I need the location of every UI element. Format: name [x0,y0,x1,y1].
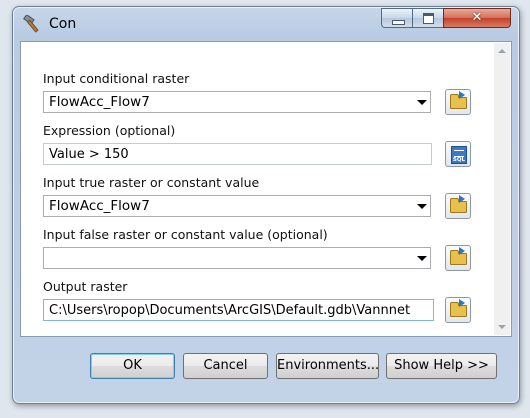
sql-query-builder-button[interactable]: SQL [445,141,471,167]
input-conditional-raster-dropdown[interactable]: FlowAcc_Flow7 [43,91,431,113]
chevron-down-icon [417,204,427,209]
arrow-icon [459,91,465,99]
maximize-icon [423,13,434,24]
cancel-button[interactable]: Cancel [183,353,268,379]
title-bar[interactable]: Con ✕ [13,7,519,41]
sql-icon: SQL [451,146,467,164]
ok-button[interactable]: OK [90,353,175,379]
output-raster-input[interactable]: C:\Users\ropop\Documents\ArcGIS\Default.… [43,299,434,321]
scroll-up-icon[interactable] [498,49,506,53]
browse-false-raster-button[interactable] [445,245,471,271]
input-true-dropdown[interactable]: FlowAcc_Flow7 [43,195,431,217]
expression-label: Expression (optional) [43,123,176,138]
input-true-label: Input true raster or constant value [43,175,260,190]
close-icon: ✕ [471,10,483,25]
input-true-value: FlowAcc_Flow7 [49,198,150,214]
input-conditional-raster-label: Input conditional raster [43,71,190,86]
expression-value: Value > 150 [49,147,129,162]
dropdown-button[interactable] [413,93,429,111]
chevron-down-icon [417,100,427,105]
maximize-button[interactable] [412,8,444,28]
dropdown-button[interactable] [413,197,429,215]
output-raster-label: Output raster [43,279,128,294]
minimize-button[interactable] [381,8,413,28]
browse-true-raster-button[interactable] [445,193,471,219]
hammer-icon [23,15,39,33]
scroll-down-icon[interactable] [498,325,506,329]
output-raster-value: C:\Users\ropop\Documents\ArcGIS\Default.… [49,303,411,318]
input-false-dropdown[interactable] [43,247,431,269]
con-dialog: Con ✕ Input conditional raster FlowAcc_F… [12,6,520,404]
arrow-icon [459,195,465,203]
input-false-label: Input false raster or constant value (op… [43,227,328,242]
browse-conditional-raster-button[interactable] [445,89,471,115]
browse-output-raster-button[interactable] [445,297,471,323]
dropdown-button[interactable] [413,249,429,267]
parameters-panel: Input conditional raster FlowAcc_Flow7 E… [20,41,512,337]
input-conditional-raster-value: FlowAcc_Flow7 [49,94,150,110]
show-help-button[interactable]: Show Help >> [386,353,497,379]
environments-button[interactable]: Environments... [276,353,379,379]
chevron-down-icon [417,256,427,261]
window-title: Con [49,16,77,32]
close-button[interactable]: ✕ [443,8,511,28]
expression-input[interactable]: Value > 150 [43,143,432,165]
arrow-icon [459,299,465,307]
vertical-scrollbar[interactable] [494,43,510,335]
arrow-icon [459,247,465,255]
minimize-icon [392,20,405,25]
